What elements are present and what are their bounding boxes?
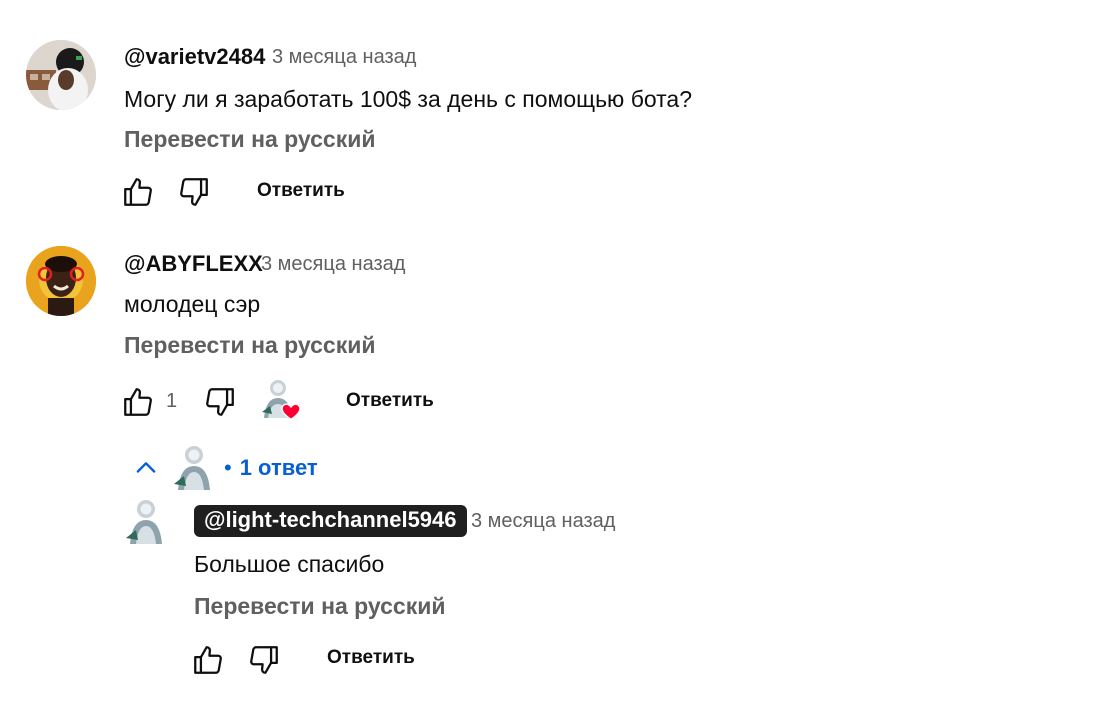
like-count: 1 [166, 390, 178, 412]
comment-timestamp[interactable]: 3 месяца назад [471, 510, 615, 533]
dislike-button[interactable] [200, 382, 240, 422]
comment-author[interactable]: @ABYFLEXX [124, 251, 263, 277]
avatar[interactable] [26, 40, 96, 110]
like-button[interactable] [118, 172, 158, 212]
thumbs-up-icon [194, 646, 222, 674]
comment-text: Большое спасибо [194, 551, 385, 577]
comments-section: @varietv2484 3 месяца назад Могу ли я за… [0, 0, 1118, 710]
translate-button[interactable]: Перевести на русский [124, 332, 375, 359]
avatar-image [126, 500, 162, 544]
dislike-button[interactable] [174, 172, 214, 212]
thumbs-up-icon [124, 178, 152, 206]
replier-avatar [172, 444, 216, 492]
like-button[interactable] [118, 382, 158, 422]
replies-count-label[interactable]: 1 ответ [240, 455, 318, 481]
separator-dot: • [224, 455, 232, 480]
thumbs-down-icon [180, 178, 208, 206]
reply-button[interactable]: Ответить [346, 390, 434, 412]
heart-icon [281, 403, 301, 421]
avatar[interactable] [26, 246, 96, 316]
translate-button[interactable]: Перевести на русский [194, 593, 445, 620]
comment-author[interactable]: @varietv2484 [124, 44, 265, 70]
thumbs-up-icon [124, 388, 152, 416]
thumbs-down-icon [250, 646, 278, 674]
avatar[interactable] [124, 498, 168, 546]
avatar-image [26, 246, 96, 316]
chevron-up-icon [136, 462, 156, 473]
creator-avatar-icon [174, 446, 210, 490]
reply-button[interactable]: Ответить [327, 647, 415, 669]
comment-text: молодец сэр [124, 291, 261, 317]
reply-button[interactable]: Ответить [257, 180, 345, 202]
replies-toggle[interactable]: • 1 ответ [132, 440, 318, 496]
translate-button[interactable]: Перевести на русский [124, 126, 375, 153]
avatar-image [26, 40, 96, 110]
thumbs-down-icon [206, 388, 234, 416]
like-button[interactable] [188, 640, 228, 680]
comment-timestamp[interactable]: 3 месяца назад [261, 253, 405, 276]
creator-heart-badge[interactable] [258, 378, 304, 424]
dislike-button[interactable] [244, 640, 284, 680]
channel-owner-badge[interactable]: @light-techchannel5946 [194, 505, 467, 537]
comment-timestamp[interactable]: 3 месяца назад [272, 46, 416, 69]
comment-text: Могу ли я заработать 100$ за день с помо… [124, 86, 693, 112]
